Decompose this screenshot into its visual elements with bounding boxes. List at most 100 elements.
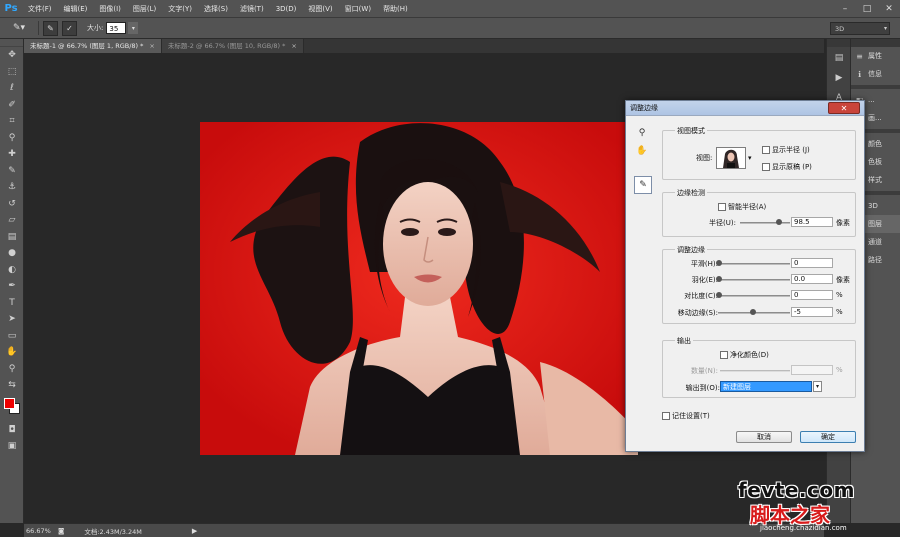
- tab-document-2[interactable]: 未标题-2 @ 66.7% (图层 10, RGB/8) * ×: [161, 39, 304, 53]
- smooth-slider-thumb[interactable]: [716, 260, 722, 266]
- menu-view[interactable]: 视图(V): [302, 0, 338, 18]
- zoom-level[interactable]: 66.67%: [26, 527, 58, 535]
- path-select-tool-icon[interactable]: ➤: [0, 311, 24, 328]
- move-tool-icon[interactable]: ✥: [0, 47, 24, 64]
- feather-slider-thumb[interactable]: [716, 276, 722, 282]
- ok-button[interactable]: 确定: [800, 431, 856, 443]
- smooth-slider-track[interactable]: [718, 263, 790, 265]
- contrast-slider-track[interactable]: [718, 295, 790, 297]
- show-original-option[interactable]: 显示原稿 (P): [762, 162, 812, 172]
- menu-image[interactable]: 图像(I): [93, 0, 127, 18]
- gradient-tool-icon[interactable]: ▤: [0, 229, 24, 246]
- marquee-tool-icon[interactable]: ⬚: [0, 64, 24, 81]
- zoom-tool-icon[interactable]: ⚲: [0, 361, 24, 378]
- eraser-tool-icon[interactable]: ▱: [0, 212, 24, 229]
- pen-tool-icon[interactable]: ✒: [0, 278, 24, 295]
- shift-edge-input[interactable]: -5: [791, 307, 833, 317]
- healing-tool-icon[interactable]: ✚: [0, 146, 24, 163]
- smart-radius-checkbox[interactable]: [718, 203, 726, 211]
- screen-mode-icon[interactable]: ▣: [0, 438, 24, 455]
- group-title: 视图模式: [675, 126, 707, 136]
- brush-preset-icon[interactable]: ✎▾: [4, 20, 34, 37]
- contrast-slider-thumb[interactable]: [716, 292, 722, 298]
- erase-refinements-icon[interactable]: ✓: [62, 20, 77, 36]
- remember-settings-checkbox[interactable]: [662, 412, 670, 420]
- menu-select[interactable]: 选择(S): [198, 0, 234, 18]
- decontaminate-checkbox[interactable]: [720, 351, 728, 359]
- show-original-checkbox[interactable]: [762, 163, 770, 171]
- decontaminate-option[interactable]: 净化颜色(D): [720, 350, 769, 360]
- refine-radius-tool-icon[interactable]: ✎: [43, 20, 58, 36]
- hand-icon[interactable]: ✋: [634, 144, 650, 158]
- group-title: 边缘检测: [675, 188, 707, 198]
- dodge-tool-icon[interactable]: ◐: [0, 262, 24, 279]
- menu-layer[interactable]: 图层(L): [127, 0, 162, 18]
- smooth-input[interactable]: 0: [791, 258, 833, 268]
- radius-unit: 像素: [836, 219, 850, 227]
- menu-file[interactable]: 文件(F): [22, 0, 58, 18]
- lasso-tool-icon[interactable]: ℓ: [0, 80, 24, 97]
- close-tab-icon[interactable]: ×: [291, 39, 296, 53]
- view-dropdown-icon[interactable]: ▾: [748, 154, 752, 162]
- stamp-tool-icon[interactable]: ⚓: [0, 179, 24, 196]
- radius-slider-track[interactable]: [740, 222, 790, 224]
- canvas-photo[interactable]: [200, 122, 638, 455]
- menu-window[interactable]: 窗口(W): [339, 0, 377, 18]
- menu-edit[interactable]: 编辑(E): [58, 0, 94, 18]
- remember-settings-option[interactable]: 记住设置(T): [662, 411, 710, 421]
- cancel-button[interactable]: 取消: [736, 431, 792, 443]
- dialog-tools: ⚲ ✋ ✎: [634, 126, 658, 198]
- history-icon[interactable]: ▤: [828, 49, 850, 67]
- quick-mask-icon[interactable]: ◘: [0, 422, 24, 439]
- actions-icon[interactable]: ▶: [828, 69, 850, 87]
- type-tool-icon[interactable]: T: [0, 295, 24, 312]
- brush-tool-icon[interactable]: ✎: [0, 163, 24, 180]
- menu-help[interactable]: 帮助(H): [377, 0, 414, 18]
- panel-label: 图层: [868, 220, 882, 228]
- quick-select-tool-icon[interactable]: ✐: [0, 97, 24, 114]
- maximize-icon[interactable]: □: [856, 0, 878, 18]
- tab-label: 未标题-1 @ 66.7% (图层 1, RGB/8) *: [30, 42, 144, 50]
- chevron-down-icon[interactable]: ▾: [813, 381, 822, 392]
- minimize-icon[interactable]: –: [834, 0, 856, 18]
- swap-colors-icon[interactable]: ⇆: [0, 377, 24, 394]
- blur-tool-icon[interactable]: ●: [0, 245, 24, 262]
- history-brush-icon[interactable]: ↺: [0, 196, 24, 213]
- foreground-color-swatch[interactable]: [4, 397, 15, 409]
- panel-info[interactable]: ℹ 信息: [851, 65, 900, 83]
- close-window-icon[interactable]: ✕: [878, 0, 900, 18]
- hand-tool-icon[interactable]: ✋: [0, 344, 24, 361]
- crop-tool-icon[interactable]: ⌗: [0, 113, 24, 130]
- smart-radius-option[interactable]: 智能半径(A): [718, 202, 766, 212]
- size-input[interactable]: 35: [106, 22, 127, 34]
- workspace-select[interactable]: 3D ▾: [830, 22, 890, 35]
- eyedropper-tool-icon[interactable]: ⚲: [0, 130, 24, 147]
- status-info-icon[interactable]: ◙: [58, 527, 64, 535]
- output-to-select[interactable]: 新建图层: [720, 381, 812, 392]
- status-menu-icon[interactable]: ▶: [192, 527, 197, 535]
- menu-type[interactable]: 文字(Y): [162, 0, 198, 18]
- refine-radius-brush-icon[interactable]: ✎: [634, 176, 652, 194]
- show-radius-option[interactable]: 显示半径 (J): [762, 145, 810, 155]
- menu-3d[interactable]: 3D(D): [270, 0, 303, 18]
- panel-properties[interactable]: ≡ 属性: [851, 47, 900, 65]
- menu-filter[interactable]: 滤镜(T): [234, 0, 270, 18]
- panel-grip[interactable]: [0, 39, 23, 47]
- feather-input[interactable]: 0.0: [791, 274, 833, 284]
- dock-grip[interactable]: [851, 39, 900, 47]
- shape-tool-icon[interactable]: ▭: [0, 328, 24, 345]
- radius-input[interactable]: 98.5: [791, 217, 833, 227]
- dock-grip[interactable]: [827, 39, 850, 47]
- view-mode-thumbnail[interactable]: [716, 147, 746, 169]
- zoom-icon[interactable]: ⚲: [634, 126, 650, 140]
- show-radius-checkbox[interactable]: [762, 146, 770, 154]
- document-tabs: 未标题-1 @ 66.7% (图层 1, RGB/8) * × 未标题-2 @ 6…: [24, 39, 824, 53]
- close-tab-icon[interactable]: ×: [149, 39, 154, 53]
- feather-slider-track[interactable]: [718, 279, 790, 281]
- dialog-close-icon[interactable]: ✕: [828, 102, 860, 114]
- tab-document-1[interactable]: 未标题-1 @ 66.7% (图层 1, RGB/8) * ×: [24, 39, 162, 53]
- contrast-input[interactable]: 0: [791, 290, 833, 300]
- shift-edge-slider-thumb[interactable]: [750, 309, 756, 315]
- radius-slider-thumb[interactable]: [776, 219, 782, 225]
- size-dropdown-icon[interactable]: ▾: [128, 22, 139, 34]
